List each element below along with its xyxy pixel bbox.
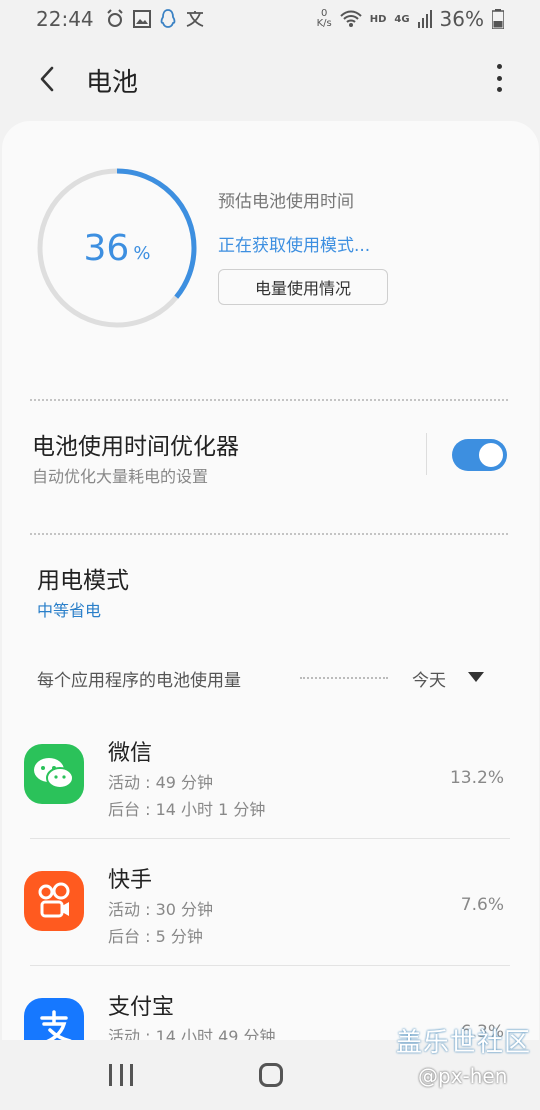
app-active-time: 活动 : 49 分钟 xyxy=(108,773,214,792)
app-header: 电池 xyxy=(0,50,540,110)
alarm-icon xyxy=(106,9,123,27)
network-type: 4G xyxy=(394,13,410,25)
app-name: 支付宝 xyxy=(108,995,175,1020)
qq-icon xyxy=(160,9,176,28)
hd-badge: HD xyxy=(369,13,387,25)
app-name: 快手 xyxy=(108,868,153,893)
estimate-label: 预估电池使用时间 xyxy=(218,192,354,212)
optimizer-title: 电池使用时间优化器 xyxy=(32,434,239,460)
period-dropdown-label[interactable]: 今天 xyxy=(412,666,446,691)
battery-level-unit: % xyxy=(133,242,151,264)
wechat-icon xyxy=(24,744,84,804)
divider xyxy=(30,399,508,401)
wifi-icon xyxy=(339,10,362,27)
battery-icon xyxy=(492,9,504,29)
dropdown-caret-icon[interactable] xyxy=(468,672,484,682)
page-title: 电池 xyxy=(86,68,139,98)
image-icon xyxy=(132,10,151,28)
app-percent: 7.6% xyxy=(460,895,504,915)
back-arrow-icon[interactable] xyxy=(34,64,64,94)
power-mode-value: 中等省电 xyxy=(37,601,102,620)
network-speed: 0 K/s xyxy=(316,8,332,29)
heading-dots xyxy=(300,677,388,679)
status-time: 22:44 xyxy=(36,7,94,31)
vertical-divider xyxy=(426,433,427,475)
app-active-time: 活动 : 14 小时 49 分钟 xyxy=(108,1027,276,1041)
app-row-wechat[interactable]: 微信 活动 : 49 分钟 后台 : 14 小时 1 分钟 13.2% xyxy=(2,711,539,839)
battery-level-value: 36 xyxy=(83,227,130,269)
app-background-time: 后台 : 14 小时 1 分钟 xyxy=(108,800,266,819)
status-bar: 22:44 0 K/s HD 4G 36% xyxy=(0,0,540,38)
app-background-time: 后台 : 5 分钟 xyxy=(108,927,203,946)
translate-icon xyxy=(186,11,203,27)
optimizer-toggle[interactable] xyxy=(452,439,507,471)
notification-icons xyxy=(106,9,205,29)
toggle-knob xyxy=(477,441,505,469)
optimizer-subtitle: 自动优化大量耗电的设置 xyxy=(32,467,209,486)
signal-icon xyxy=(417,10,432,28)
watermark-author: @px-hen xyxy=(418,1064,508,1088)
apps-usage-heading: 每个应用程序的电池使用量 xyxy=(37,671,241,691)
watermark-site: 盖乐世社区 xyxy=(396,1028,532,1058)
battery-percent: 36% xyxy=(439,7,484,31)
kuaishou-icon xyxy=(24,871,84,931)
battery-usage-button[interactable]: 电量使用情况 xyxy=(218,269,388,305)
divider xyxy=(30,533,508,535)
alipay-icon xyxy=(24,998,84,1041)
app-percent: 13.2% xyxy=(449,768,504,788)
app-name: 微信 xyxy=(108,741,153,766)
system-icons: 0 K/s HD 4G 36% xyxy=(317,7,504,31)
estimate-status: 正在获取使用模式... xyxy=(218,236,371,256)
home-button[interactable] xyxy=(259,1063,283,1087)
more-options-icon[interactable] xyxy=(494,64,504,92)
app-active-time: 活动 : 30 分钟 xyxy=(108,900,214,919)
app-row-kuaishou[interactable]: 快手 活动 : 30 分钟 后台 : 5 分钟 7.6% xyxy=(2,838,539,966)
battery-level-label: 36% xyxy=(36,167,198,329)
recent-apps-button[interactable] xyxy=(109,1064,133,1086)
battery-card: 36% 预估电池使用时间 正在获取使用模式... 电量使用情况 电池使用时间优化… xyxy=(2,121,539,1041)
power-mode-title: 用电模式 xyxy=(37,568,129,594)
